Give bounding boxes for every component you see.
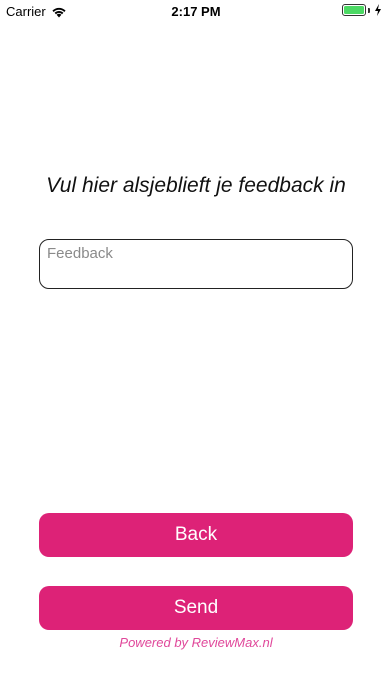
battery-icon xyxy=(342,4,382,16)
battery-tip xyxy=(368,7,370,13)
feedback-screen: Carrier 2:17 PM Vul hier alsjeblieft je … xyxy=(0,0,392,696)
feedback-prompt: Vul hier alsjeblieft je feedback in xyxy=(46,174,346,197)
battery-fill xyxy=(344,6,364,14)
powered-by-link[interactable]: Powered by ReviewMax.nl xyxy=(0,635,392,650)
feedback-input[interactable] xyxy=(39,239,353,289)
send-button[interactable]: Send xyxy=(39,586,353,630)
back-button[interactable]: Back xyxy=(39,513,353,557)
status-time: 2:17 PM xyxy=(171,4,221,19)
battery-body xyxy=(342,4,366,16)
charging-icon xyxy=(375,4,381,16)
status-bar: Carrier 2:17 PM xyxy=(0,0,392,22)
